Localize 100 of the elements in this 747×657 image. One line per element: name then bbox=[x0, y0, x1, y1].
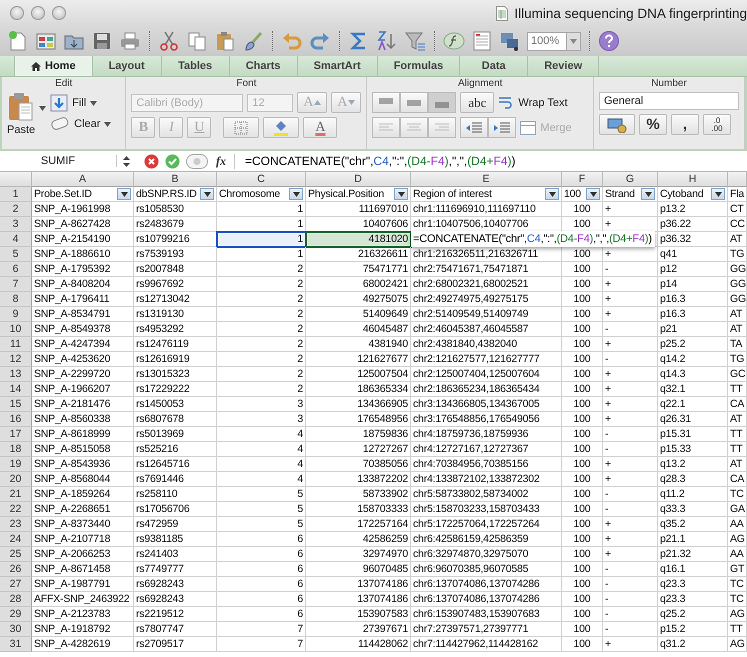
wrap-text-button[interactable]: Wrap Text bbox=[498, 94, 568, 112]
filter-button[interactable] bbox=[394, 188, 408, 200]
column-header[interactable]: F bbox=[562, 172, 603, 187]
row-number[interactable]: 6 bbox=[0, 262, 32, 277]
orientation-button[interactable]: abc bbox=[460, 92, 494, 113]
ribbon-tab[interactable]: Formulas bbox=[378, 56, 460, 76]
number-format-field[interactable]: General bbox=[599, 92, 739, 110]
zoom-field[interactable]: 100% bbox=[527, 32, 581, 50]
align-top-button[interactable] bbox=[372, 92, 400, 113]
decrease-indent-button[interactable] bbox=[460, 117, 488, 138]
row-number[interactable]: 20 bbox=[0, 472, 32, 487]
row-number[interactable]: 22 bbox=[0, 502, 32, 517]
increase-indent-button[interactable] bbox=[488, 117, 516, 138]
ribbon-tab[interactable]: Home bbox=[14, 56, 93, 76]
filter-icon[interactable] bbox=[404, 30, 426, 52]
clear-button[interactable]: Clear bbox=[50, 114, 112, 134]
column-header[interactable]: H bbox=[658, 172, 728, 187]
row-number[interactable]: 29 bbox=[0, 607, 32, 622]
percent-button[interactable]: % bbox=[639, 114, 667, 135]
cell-editor[interactable]: =CONCATENATE("chr",C4,":",(D4-F4),",",(D4+F4)) bbox=[411, 231, 655, 247]
row-number[interactable]: 3 bbox=[0, 217, 32, 232]
row-number[interactable]: 28 bbox=[0, 592, 32, 607]
row-number[interactable]: 21 bbox=[0, 487, 32, 502]
table-cell: q35.2 bbox=[660, 518, 686, 530]
row-number[interactable]: 27 bbox=[0, 577, 32, 592]
fill-color-button[interactable] bbox=[263, 117, 300, 138]
minimize-button[interactable] bbox=[31, 6, 45, 20]
row-number[interactable]: 17 bbox=[0, 427, 32, 442]
row-number[interactable]: 2 bbox=[0, 202, 32, 217]
check-icon[interactable] bbox=[165, 154, 180, 168]
row-number[interactable]: 13 bbox=[0, 367, 32, 382]
align-middle-button[interactable] bbox=[400, 92, 428, 113]
formula-field[interactable]: =CONCATENATE("chr",C4,":",(D4-F4),",",(D4+F4)) bbox=[241, 154, 516, 168]
row-number[interactable]: 23 bbox=[0, 517, 32, 532]
insert-function-button[interactable]: fx bbox=[214, 154, 235, 168]
sort-icon[interactable] bbox=[376, 30, 398, 52]
row-number[interactable]: 26 bbox=[0, 562, 32, 577]
filter-button[interactable] bbox=[289, 188, 303, 200]
name-box[interactable]: SUMIF bbox=[0, 155, 117, 167]
filter-button[interactable] bbox=[200, 188, 214, 200]
column-header[interactable]: B bbox=[134, 172, 217, 187]
ribbon-tab[interactable]: Charts bbox=[230, 56, 298, 76]
filter-button[interactable] bbox=[711, 188, 725, 200]
row-number[interactable]: 4 bbox=[0, 232, 32, 247]
row-number[interactable]: 7 bbox=[0, 277, 32, 292]
column-header[interactable]: A bbox=[32, 172, 134, 187]
row-number[interactable]: 12 bbox=[0, 352, 32, 367]
row-number[interactable]: 5 bbox=[0, 247, 32, 262]
row-number[interactable]: 14 bbox=[0, 382, 32, 397]
save-icon[interactable] bbox=[91, 30, 113, 52]
fill-button[interactable]: Fill bbox=[50, 92, 98, 114]
ribbon-tab[interactable]: SmartArt bbox=[298, 56, 378, 76]
dropdown-arrow-icon bbox=[398, 192, 404, 196]
align-bottom-button[interactable] bbox=[428, 92, 456, 113]
comma-button[interactable]: , bbox=[671, 114, 699, 135]
table-icon[interactable] bbox=[471, 30, 493, 52]
media-icon[interactable] bbox=[499, 30, 521, 52]
cancel-icon[interactable] bbox=[144, 154, 159, 168]
ribbon-tab[interactable]: Layout bbox=[92, 56, 162, 76]
paste-button[interactable]: Paste bbox=[7, 92, 36, 136]
print-icon[interactable] bbox=[119, 30, 141, 52]
paste-icon[interactable] bbox=[214, 30, 236, 52]
filter-button[interactable] bbox=[545, 188, 559, 200]
column-header[interactable]: C bbox=[217, 172, 306, 187]
increase-decimal-button[interactable]: .0 .00 bbox=[703, 114, 731, 135]
row-number[interactable]: 11 bbox=[0, 337, 32, 352]
row-number[interactable]: 30 bbox=[0, 622, 32, 637]
zoom-button[interactable] bbox=[52, 6, 66, 20]
currency-button[interactable] bbox=[599, 114, 635, 135]
ribbon-tab[interactable]: Tables bbox=[162, 56, 230, 76]
row-number[interactable]: 9 bbox=[0, 307, 32, 322]
redo-icon[interactable] bbox=[309, 30, 331, 52]
dropdown-arrow-icon[interactable] bbox=[39, 106, 46, 111]
function-icon[interactable] bbox=[443, 30, 465, 52]
filter-button[interactable] bbox=[117, 188, 131, 200]
filter-button[interactable] bbox=[641, 188, 655, 200]
row-number[interactable]: 16 bbox=[0, 412, 32, 427]
ribbon-tab[interactable]: Review bbox=[528, 56, 600, 76]
filter-button[interactable] bbox=[586, 188, 600, 200]
row-number[interactable]: 24 bbox=[0, 532, 32, 547]
help-icon[interactable] bbox=[598, 30, 620, 52]
row-number[interactable]: 8 bbox=[0, 292, 32, 307]
column-header[interactable]: E bbox=[411, 172, 562, 187]
row-number[interactable]: 1 bbox=[0, 187, 32, 202]
row-number[interactable]: 25 bbox=[0, 547, 32, 562]
stepper-icon[interactable] bbox=[123, 156, 130, 166]
row-number[interactable]: 18 bbox=[0, 442, 32, 457]
font-color-button[interactable]: A bbox=[303, 117, 338, 138]
scissors-icon[interactable] bbox=[158, 30, 180, 52]
borders-button[interactable] bbox=[223, 117, 260, 138]
table-cell: chr2:121627577,121627777 bbox=[413, 353, 540, 365]
row-number[interactable]: 10 bbox=[0, 322, 32, 337]
close-button[interactable] bbox=[10, 6, 24, 20]
row-number[interactable]: 15 bbox=[0, 397, 32, 412]
column-header[interactable]: G bbox=[603, 172, 658, 187]
ribbon-tab[interactable]: Data bbox=[460, 56, 528, 76]
column-header[interactable]: D bbox=[306, 172, 411, 187]
row-number[interactable]: 19 bbox=[0, 457, 32, 472]
row-number[interactable]: 31 bbox=[0, 637, 32, 652]
copy-icon[interactable] bbox=[186, 30, 208, 52]
